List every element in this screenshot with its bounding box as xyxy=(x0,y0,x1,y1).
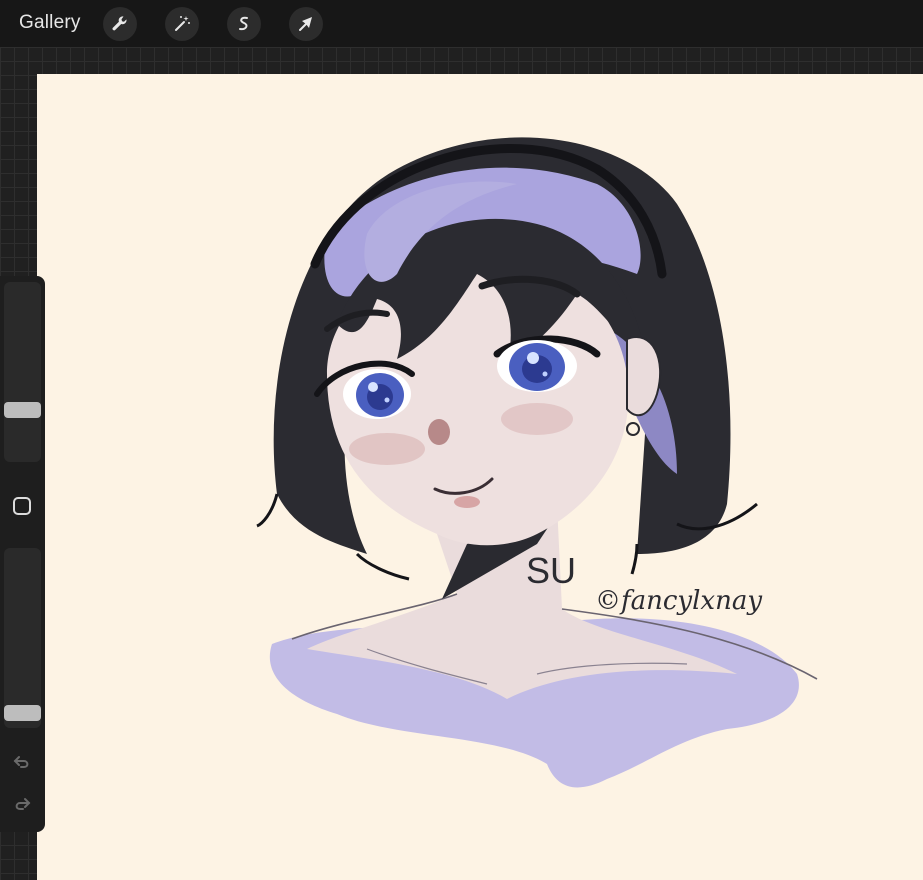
artwork xyxy=(256,137,818,788)
undo-icon xyxy=(13,756,29,768)
redo-button[interactable] xyxy=(11,793,33,815)
gallery-button[interactable]: Gallery xyxy=(19,12,81,34)
modify-button[interactable] xyxy=(12,496,32,516)
undo-button[interactable] xyxy=(11,751,33,773)
transform-button[interactable] xyxy=(289,7,323,41)
selection-icon xyxy=(239,16,248,31)
side-toolbar xyxy=(0,276,45,832)
watermark-text: ©fancylxnay xyxy=(595,586,763,616)
magic-wand-icon xyxy=(175,16,190,31)
brush-opacity-slider[interactable] xyxy=(4,548,41,728)
drawing-canvas[interactable]: SU ©fancylxnay xyxy=(37,74,923,880)
transform-arrow-icon xyxy=(299,17,312,31)
actions-button[interactable] xyxy=(103,7,137,41)
wrench-icon xyxy=(112,16,127,31)
square-modify-icon xyxy=(13,497,31,515)
selection-button[interactable] xyxy=(227,7,261,41)
adjustments-button[interactable] xyxy=(165,7,199,41)
signature-text: SU xyxy=(526,550,577,591)
brush-size-slider[interactable] xyxy=(4,282,41,462)
redo-icon xyxy=(15,798,31,810)
top-toolbar: Gallery xyxy=(0,0,923,47)
brush-opacity-thumb[interactable] xyxy=(4,705,41,721)
brush-size-thumb[interactable] xyxy=(4,402,41,418)
